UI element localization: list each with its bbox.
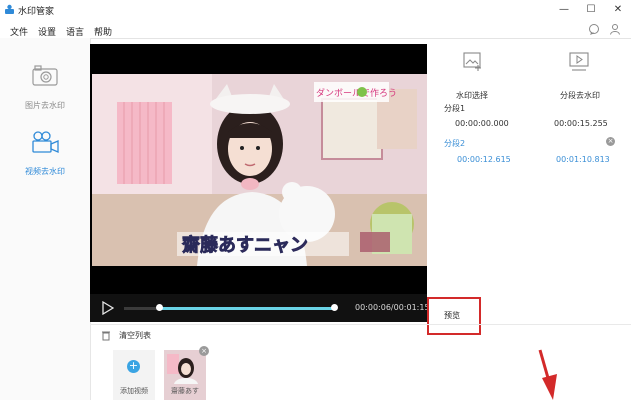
- title-bar: [0, 0, 631, 20]
- remove-thumbnail-icon[interactable]: ×: [199, 346, 209, 356]
- trash-icon[interactable]: [101, 330, 111, 341]
- file-list-header: [90, 324, 631, 347]
- window-title: 水印管家: [18, 7, 55, 17]
- preview-label: 预览: [444, 311, 460, 320]
- timeline-selection: [159, 307, 334, 310]
- image-select-icon: [463, 52, 481, 71]
- play-icon[interactable]: [101, 301, 114, 315]
- timeline-end-handle[interactable]: [330, 304, 338, 311]
- segment-2-delete-icon[interactable]: ×: [606, 137, 615, 146]
- sign-text: ダンボールで作ろう: [316, 87, 397, 99]
- sidebar-item-label: 图片去水印: [25, 101, 65, 110]
- segment-2-end[interactable]: 00:01:10.813: [556, 155, 610, 164]
- segment-1-label[interactable]: 分段1: [444, 103, 465, 114]
- menu-settings[interactable]: 设置: [38, 25, 56, 38]
- video-segment-icon: [569, 52, 589, 71]
- clear-list-button[interactable]: 清空列表: [119, 330, 151, 341]
- app-icon: [5, 4, 14, 14]
- video-still-image: ダンボールで作ろう 齋藤あすニャン: [92, 74, 427, 266]
- maximize-button[interactable]: ☐: [583, 2, 599, 18]
- tab-label: 分段去水印: [560, 91, 600, 100]
- tab-watermark-select[interactable]: 水印选择: [437, 50, 507, 100]
- menu-help[interactable]: 帮助: [94, 25, 112, 38]
- video-camera-icon: [32, 131, 59, 153]
- menu-file[interactable]: 文件: [10, 25, 28, 38]
- close-button[interactable]: ✕: [610, 2, 626, 18]
- sidebar-item-image-watermark[interactable]: 图片去水印: [0, 56, 90, 122]
- segment-1-start[interactable]: 00:00:00.000: [455, 119, 509, 128]
- time-display: 00:00:06/00:01:15: [355, 303, 430, 312]
- add-icon: +: [127, 359, 140, 373]
- tab-segment-remove[interactable]: 分段去水印: [545, 50, 615, 100]
- menu-language[interactable]: 语言: [66, 25, 84, 38]
- camera-icon: [32, 65, 58, 86]
- video-frame: ダンボールで作ろう 齋藤あすニャン: [92, 74, 427, 266]
- segment-2-start[interactable]: 00:00:12.615: [457, 155, 511, 164]
- add-video-label: 添加视频: [120, 387, 148, 395]
- sidebar-item-video-watermark[interactable]: 视频去水印: [0, 122, 90, 188]
- segment-1-end[interactable]: 00:00:15.255: [554, 119, 608, 128]
- tab-label: 水印选择: [456, 91, 488, 100]
- minimize-button[interactable]: —: [556, 2, 572, 18]
- segment-2-label[interactable]: 分段2: [444, 138, 465, 149]
- video-caption: 齋藤あすニャン: [181, 234, 308, 256]
- thumbnail-label: 齋藤あす: [171, 387, 199, 395]
- annotation-arrow-icon: [538, 349, 557, 400]
- feedback-icon[interactable]: [588, 23, 600, 35]
- user-icon[interactable]: [609, 23, 621, 35]
- sidebar-item-label: 视频去水印: [25, 167, 65, 176]
